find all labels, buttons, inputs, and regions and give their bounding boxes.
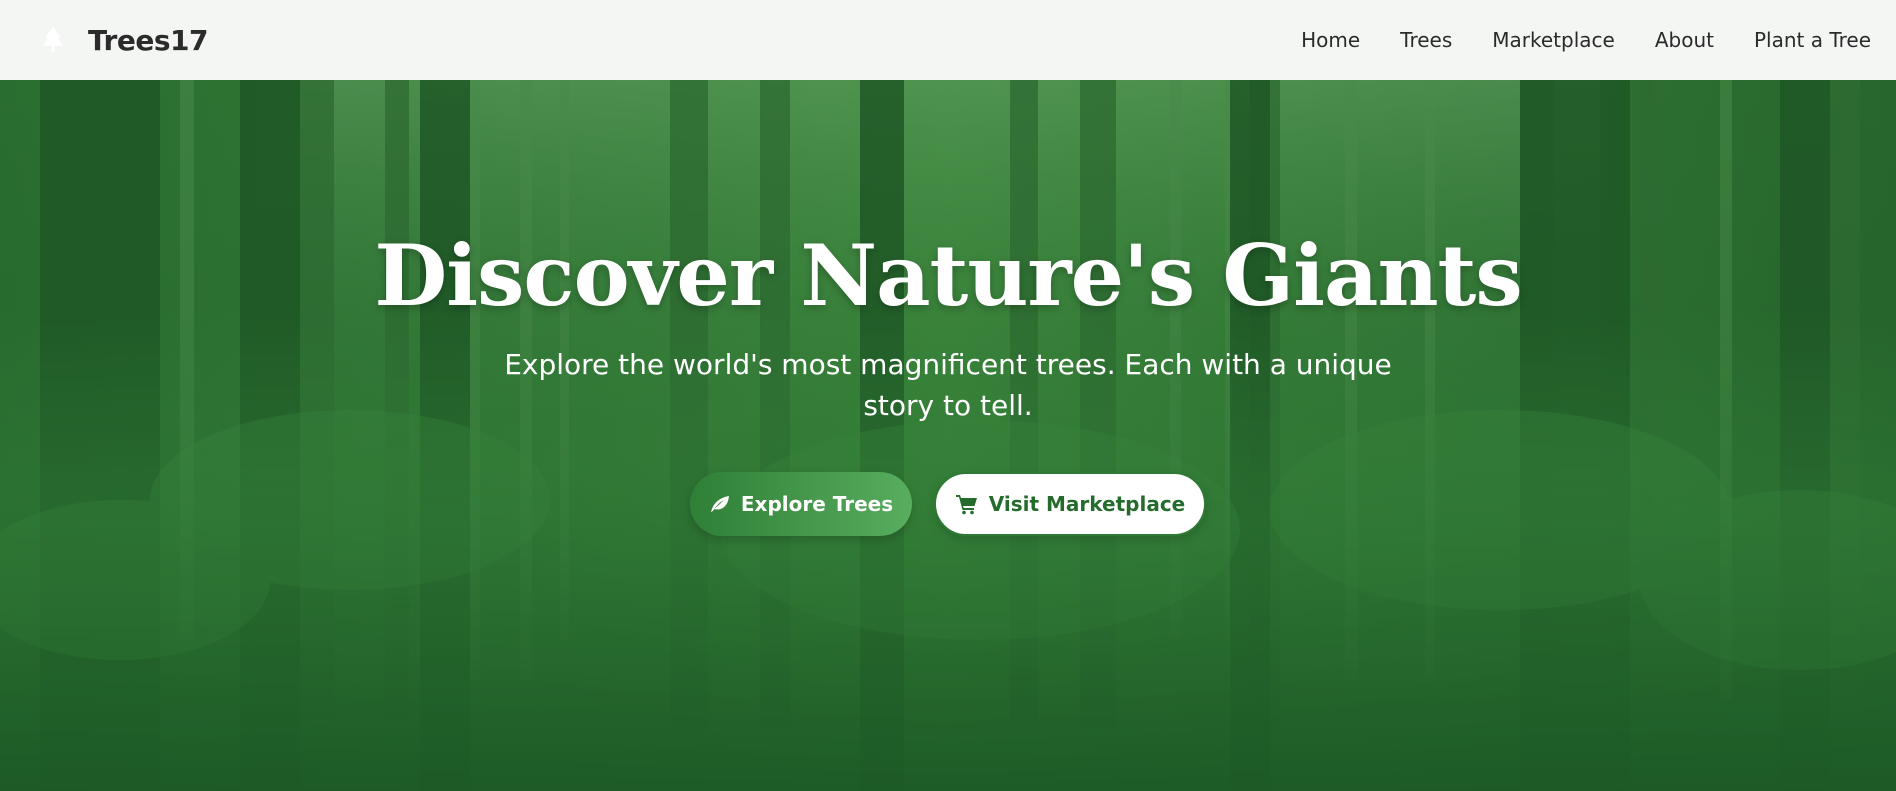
explore-trees-button[interactable]: Explore Trees — [690, 472, 912, 537]
visit-marketplace-label: Visit Marketplace — [988, 492, 1186, 517]
hero-title: Discover Nature's Giants — [374, 226, 1522, 325]
hero-subtitle: Explore the world's most magnificent tre… — [504, 348, 1392, 423]
nav-link-plant-a-tree[interactable]: Plant a Tree — [1754, 28, 1871, 52]
main-nav: Home Trees Marketplace About Plant a Tre… — [1301, 28, 1871, 52]
hero-section: Discover Nature's Giants Explore the wor… — [0, 80, 1896, 791]
leaf-icon — [709, 494, 731, 514]
tree-icon — [40, 26, 66, 54]
hero-content: Discover Nature's Giants Explore the wor… — [0, 226, 1896, 537]
nav-link-marketplace[interactable]: Marketplace — [1492, 28, 1615, 52]
top-navbar: Trees17 Home Trees Marketplace About Pla… — [0, 0, 1896, 80]
nav-link-trees[interactable]: Trees — [1400, 28, 1452, 52]
cart-icon — [955, 493, 979, 515]
nav-link-home[interactable]: Home — [1301, 28, 1360, 52]
nav-link-about[interactable]: About — [1655, 28, 1714, 52]
explore-trees-label: Explore Trees — [740, 492, 894, 517]
brand[interactable]: Trees17 — [40, 24, 208, 57]
brand-name: Trees17 — [88, 23, 208, 57]
hero-actions: Explore Trees Visit Marketplace — [690, 472, 1206, 537]
visit-marketplace-button[interactable]: Visit Marketplace — [934, 472, 1206, 537]
